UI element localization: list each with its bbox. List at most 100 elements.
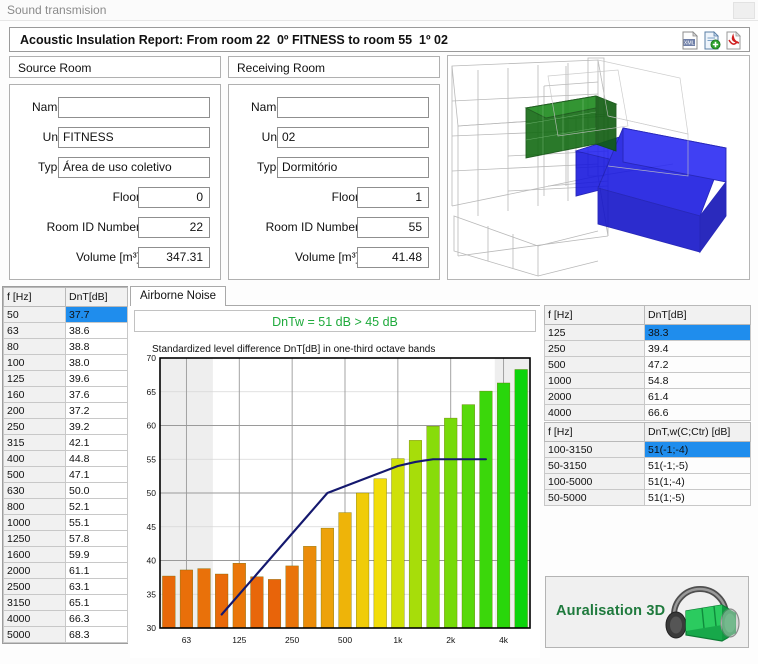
table-row[interactable]: 50-5000 51(1;-5): [544, 489, 751, 506]
cell-value: 57.8: [65, 530, 128, 547]
table-header-row: f [Hz] DnT[dB]: [544, 305, 751, 325]
column-header-frequency: f [Hz]: [3, 287, 66, 307]
table-row[interactable]: 5000 68.3: [3, 626, 128, 643]
chart-xtick-label: 500: [338, 635, 352, 645]
receiving-room-room-id-input[interactable]: 55: [357, 217, 429, 238]
cell-value: 38.8: [65, 338, 128, 355]
receiving-room-field-name: Name: [229, 97, 435, 118]
table-row[interactable]: 160 37.6: [3, 386, 128, 403]
table-row[interactable]: 250 39.4: [544, 340, 751, 357]
third-octave-body: 50 37.7 63 38.6 80 38.8 100 38.0 125 39.6 160 37.6 2…: [3, 306, 128, 643]
cell-value: 54.8: [644, 372, 751, 389]
source-room-volume-input[interactable]: 347.31: [138, 247, 210, 268]
table-row[interactable]: 2500 63.1: [3, 578, 128, 595]
table-row[interactable]: 125 38.3: [544, 324, 751, 341]
single-number-body: 100-3150 51(-1;-4) 50-3150 51(-1;-5) 100-500…: [544, 441, 751, 506]
cell-value: 61.1: [65, 562, 128, 579]
column-header-dntw: DnT,w(C;Ctr) [dB]: [644, 422, 751, 442]
cell-frequency: 50-5000: [544, 489, 645, 506]
source-room-floor-input[interactable]: 0: [138, 187, 210, 208]
document-export-icon[interactable]: [703, 31, 721, 50]
chart-bar: [268, 579, 282, 629]
receiving-room-field-type: Type Dormitório: [229, 157, 435, 178]
chart-bar: [215, 573, 229, 629]
chart-ytick-label: 70: [147, 354, 157, 363]
table-row[interactable]: 100-3150 51(-1;-4): [544, 441, 751, 458]
table-row[interactable]: 250 39.2: [3, 418, 128, 435]
cell-value: 47.2: [644, 356, 751, 373]
source-room-name-input[interactable]: [58, 97, 210, 118]
field-label: Volume [m³]: [75, 250, 140, 264]
xml-export-icon[interactable]: XML: [681, 31, 699, 50]
table-row[interactable]: 80 38.8: [3, 338, 128, 355]
cell-frequency: 125: [3, 370, 66, 387]
table-row[interactable]: 2000 61.4: [544, 388, 751, 405]
table-row[interactable]: 800 52.1: [3, 498, 128, 515]
table-row[interactable]: 630 50.0: [3, 482, 128, 499]
table-row[interactable]: 500 47.1: [3, 466, 128, 483]
verdict-banner: DnTw = 51 dB > 45 dB: [134, 310, 536, 332]
chart-bar: [338, 512, 352, 629]
chart-bar: [426, 426, 440, 629]
column-header-frequency: f [Hz]: [544, 305, 645, 325]
chart-xtick-label: 2k: [446, 635, 456, 645]
third-octave-table[interactable]: f [Hz] DnT[dB] 50 37.7 63 38.6 80 38.8 100 38.0…: [2, 286, 128, 644]
table-row[interactable]: 100 38.0: [3, 354, 128, 371]
table-row[interactable]: 4000 66.6: [544, 404, 751, 421]
table-row[interactable]: 1600 59.9: [3, 546, 128, 563]
receiving-room-floor-input[interactable]: 1: [357, 187, 429, 208]
table-row[interactable]: 50 37.7: [3, 306, 128, 323]
table-row[interactable]: 125 39.6: [3, 370, 128, 387]
table-row[interactable]: 63 38.6: [3, 322, 128, 339]
table-row[interactable]: 3150 65.1: [3, 594, 128, 611]
receiving-room-panel: Name Unit 02 Type Dormitório Floor 1 Roo…: [228, 84, 440, 280]
cell-frequency: 400: [3, 450, 66, 467]
cell-frequency: 630: [3, 482, 66, 499]
chart-xtick-label: 1k: [393, 635, 403, 645]
chart-bar: [303, 546, 317, 629]
svg-text:XML: XML: [684, 41, 695, 47]
table-row[interactable]: 315 42.1: [3, 434, 128, 451]
chart-bar: [479, 390, 493, 629]
third-octave-grid: f [Hz] DnT[dB] 50 37.7 63 38.6 80 38.8 100 38.0…: [3, 287, 128, 643]
source-room-type-input[interactable]: Área de uso coletivo: [58, 157, 210, 178]
cell-value: 42.1: [65, 434, 128, 451]
receiving-room-unit-input[interactable]: 02: [277, 127, 429, 148]
table-row[interactable]: 1000 54.8: [544, 372, 751, 389]
table-row[interactable]: 4000 66.3: [3, 610, 128, 627]
table-row[interactable]: 100-5000 51(1;-4): [544, 473, 751, 490]
cell-value: 63.1: [65, 578, 128, 595]
acoustic-insulation-report-window: Sound transmision Acoustic Insulation Re…: [0, 0, 758, 664]
single-number-table[interactable]: f [Hz] DnT,w(C;Ctr) [dB] 100-3150 51(-1;-…: [544, 422, 751, 506]
receiving-room-type-input[interactable]: Dormitório: [277, 157, 429, 178]
window-control-button[interactable]: [733, 2, 755, 19]
chart-bar: [497, 382, 511, 629]
source-room-panel: Name Unit FITNESS Type Área de uso colet…: [9, 84, 221, 280]
table-row[interactable]: 500 47.2: [544, 356, 751, 373]
building-3d-viewport[interactable]: [447, 55, 750, 280]
source-room-room-id-input[interactable]: 22: [138, 217, 210, 238]
receiving-room-volume-input[interactable]: 41.48: [357, 247, 429, 268]
chart-bar: [285, 565, 299, 629]
table-row[interactable]: 2000 61.1: [3, 562, 128, 579]
receiving-room-name-input[interactable]: [277, 97, 429, 118]
cell-frequency: 63: [3, 322, 66, 339]
table-row[interactable]: 400 44.8: [3, 450, 128, 467]
auralisation-3d-button[interactable]: Auralisation 3D: [545, 576, 749, 648]
tab-airborne-noise[interactable]: Airborne Noise: [130, 286, 227, 306]
table-row[interactable]: 1250 57.8: [3, 530, 128, 547]
table-row[interactable]: 50-3150 51(-1;-5): [544, 457, 751, 474]
chart-bar: [373, 478, 387, 629]
chart-bar: [197, 568, 211, 629]
octave-table[interactable]: f [Hz] DnT[dB] 125 38.3 250 39.4 500 47.2 1000…: [544, 305, 751, 421]
source-room-unit-input[interactable]: FITNESS: [58, 127, 210, 148]
source-room-field-unit: Unit FITNESS: [10, 127, 216, 148]
chart-bar: [179, 569, 193, 629]
receiving-room-field-floor: Floor 1: [229, 187, 435, 208]
pdf-export-icon[interactable]: [725, 31, 743, 50]
table-row[interactable]: 1000 55.1: [3, 514, 128, 531]
chart-ytick-label: 55: [147, 454, 157, 464]
cell-frequency: 3150: [3, 594, 66, 611]
table-row[interactable]: 200 37.2: [3, 402, 128, 419]
receiving-room-field-room-id: Room ID Number 55: [229, 217, 435, 238]
